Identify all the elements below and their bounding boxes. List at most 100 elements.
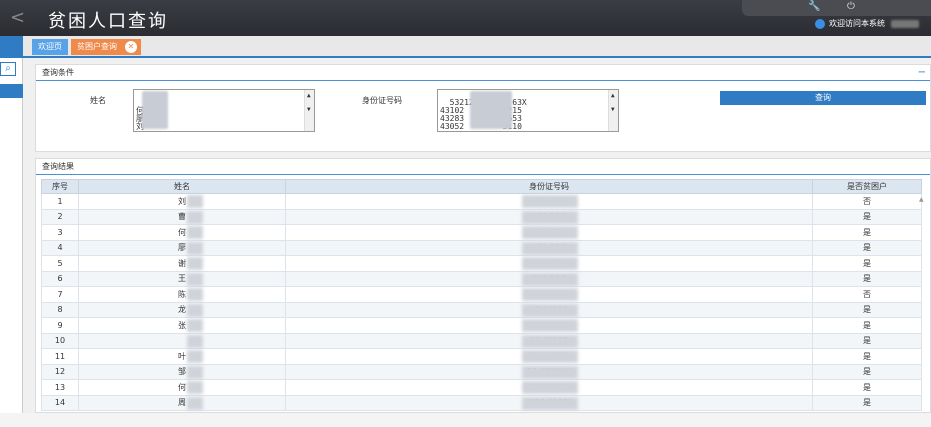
redaction-mask [187,195,203,208]
table-row[interactable]: 2曹430 512是 [41,208,922,225]
cell-no: 5 [41,255,79,272]
id-label: 身份证号码 [362,96,402,105]
cell-name: 刘 [78,193,286,210]
textarea-scrollbar[interactable]: ▲ ▼ [304,90,314,131]
redaction-mask [187,288,203,301]
query-button[interactable]: 查询 [720,91,926,105]
redaction-mask [522,272,578,286]
table-row[interactable]: 11叶61 282113是 [41,348,922,365]
redaction-mask [187,319,203,332]
name-textarea[interactable]: 邹 何 廖 刘 ▲▼ [133,89,315,132]
cell-id: 62 42917 [285,332,813,349]
cell-poor: 是 [812,255,922,272]
redaction-mask [187,303,203,317]
cell-no: 6 [41,270,79,287]
table-row[interactable]: 9张43 257560是 [41,317,922,334]
cell-id: 422 933 [285,224,813,241]
cell-no: 4 [41,239,79,256]
cell-poor: 是 [812,301,922,318]
redaction-mask [187,241,203,255]
redaction-mask [522,381,578,394]
redaction-mask [187,396,203,410]
cell-name: 张 [78,317,286,334]
redaction-mask [187,257,203,270]
redaction-mask [142,91,168,129]
tab-welcome[interactable]: 欢迎页 [32,39,68,55]
cell-poor: 是 [812,208,922,225]
cell-name: 廖 [78,239,286,256]
redaction-mask [187,381,203,394]
table-row[interactable]: 14周4328 91653是 [41,394,922,411]
cell-name: 叶 [78,348,286,365]
query-panel-title: 查询条件 [42,68,74,77]
sidebar-header [0,36,23,58]
cell-name: 曹 [78,208,286,225]
query-panel-header: 查询条件 − [36,65,930,81]
cell-poor: 是 [812,379,922,396]
table-header-row: 序号 姓名 身份证号码 是否贫困户 [41,179,922,194]
cell-name: 周 [78,394,286,411]
redaction-mask [187,350,203,363]
cell-poor: 是 [812,363,922,380]
col-header-poor[interactable]: 是否贫困户 [812,179,922,194]
table-row[interactable]: 7陈372 9319否 [41,286,922,303]
cell-id: 4328 91653 [285,394,813,411]
cell-name: 何 [78,379,286,396]
cell-id: 431 133 [285,239,813,256]
redaction-mask [522,226,578,239]
top-tools: 🔧 ⏻ [742,0,931,16]
table-row[interactable]: 6王360 318是 [41,270,922,287]
textarea-scrollbar[interactable]: ▲ ▼ [608,90,618,131]
cell-id: 43 180215 [285,379,813,396]
redaction-mask [522,319,578,332]
scroll-up-icon[interactable]: ▲ [919,196,929,206]
user-icon [815,18,825,29]
cell-id: 372 9319 [285,286,813,303]
cell-name: 王 [78,270,286,287]
table-row[interactable]: 5谢362 056是 [41,255,922,272]
cell-no: 8 [41,301,79,318]
cell-no: 7 [41,286,79,303]
user-info[interactable]: 欢迎访问本系统 [815,18,919,29]
cell-no: 13 [41,379,79,396]
tab-label: 贫困户查询 [77,42,117,51]
redaction-mask [522,288,578,301]
table-row[interactable]: 13何43 180215是 [41,379,922,396]
redaction-mask [522,396,578,410]
cell-id: 53 18263X [285,363,813,380]
col-header-name[interactable]: 姓名 [78,179,286,194]
tab-bar: 欢迎页 贫困户查询 ✕ [23,36,931,58]
table-row[interactable]: 8龙43 80513是 [41,301,922,318]
table-row[interactable]: 3何422 933是 [41,224,922,241]
top-bar: < 贫困人口查询 🔧 ⏻ 欢迎访问本系统 [0,0,931,36]
wrench-icon[interactable]: 🔧 [808,1,820,12]
power-icon[interactable]: ⏻ [847,1,855,12]
col-header-id[interactable]: 身份证号码 [285,179,813,194]
cell-poor: 是 [812,224,922,241]
redaction-mask [187,365,203,379]
cell-poor: 是 [812,348,922,365]
table-row[interactable]: 4廖431 133是 [41,239,922,256]
redaction-mask [187,210,203,224]
table-row[interactable]: 1刘431 6170否 [41,193,922,210]
close-icon[interactable]: ✕ [125,41,137,53]
id-textarea[interactable]: 53212 63X 43102 0215 43283 .653 43052 31… [437,89,619,132]
collapse-icon[interactable]: − [918,65,926,81]
cell-id: 431 6170 [285,193,813,210]
col-header-no[interactable]: 序号 [41,179,79,194]
table-row[interactable]: 12邹53 18263X是 [41,363,922,380]
cell-no: 14 [41,394,79,411]
cell-id: 43 80513 [285,301,813,318]
redaction-mask [522,365,578,379]
back-icon[interactable]: < [10,7,25,28]
cell-no: 1 [41,193,79,210]
redaction-mask [187,272,203,286]
results-panel: 查询结果 序号 姓名 身份证号码 是否贫困户 1刘431 6170否2曹430 … [35,158,931,413]
table-row[interactable]: 10 62 42917是 [41,332,922,349]
search-icon[interactable]: ⌕ [0,62,16,76]
cell-id: 43 257560 [285,317,813,334]
tab-poor-household-query[interactable]: 贫困户查询 ✕ [71,39,141,55]
welcome-text: 欢迎访问本系统 [829,19,885,28]
cell-poor: 否 [812,193,922,210]
sidebar-item-selected[interactable] [0,84,23,98]
